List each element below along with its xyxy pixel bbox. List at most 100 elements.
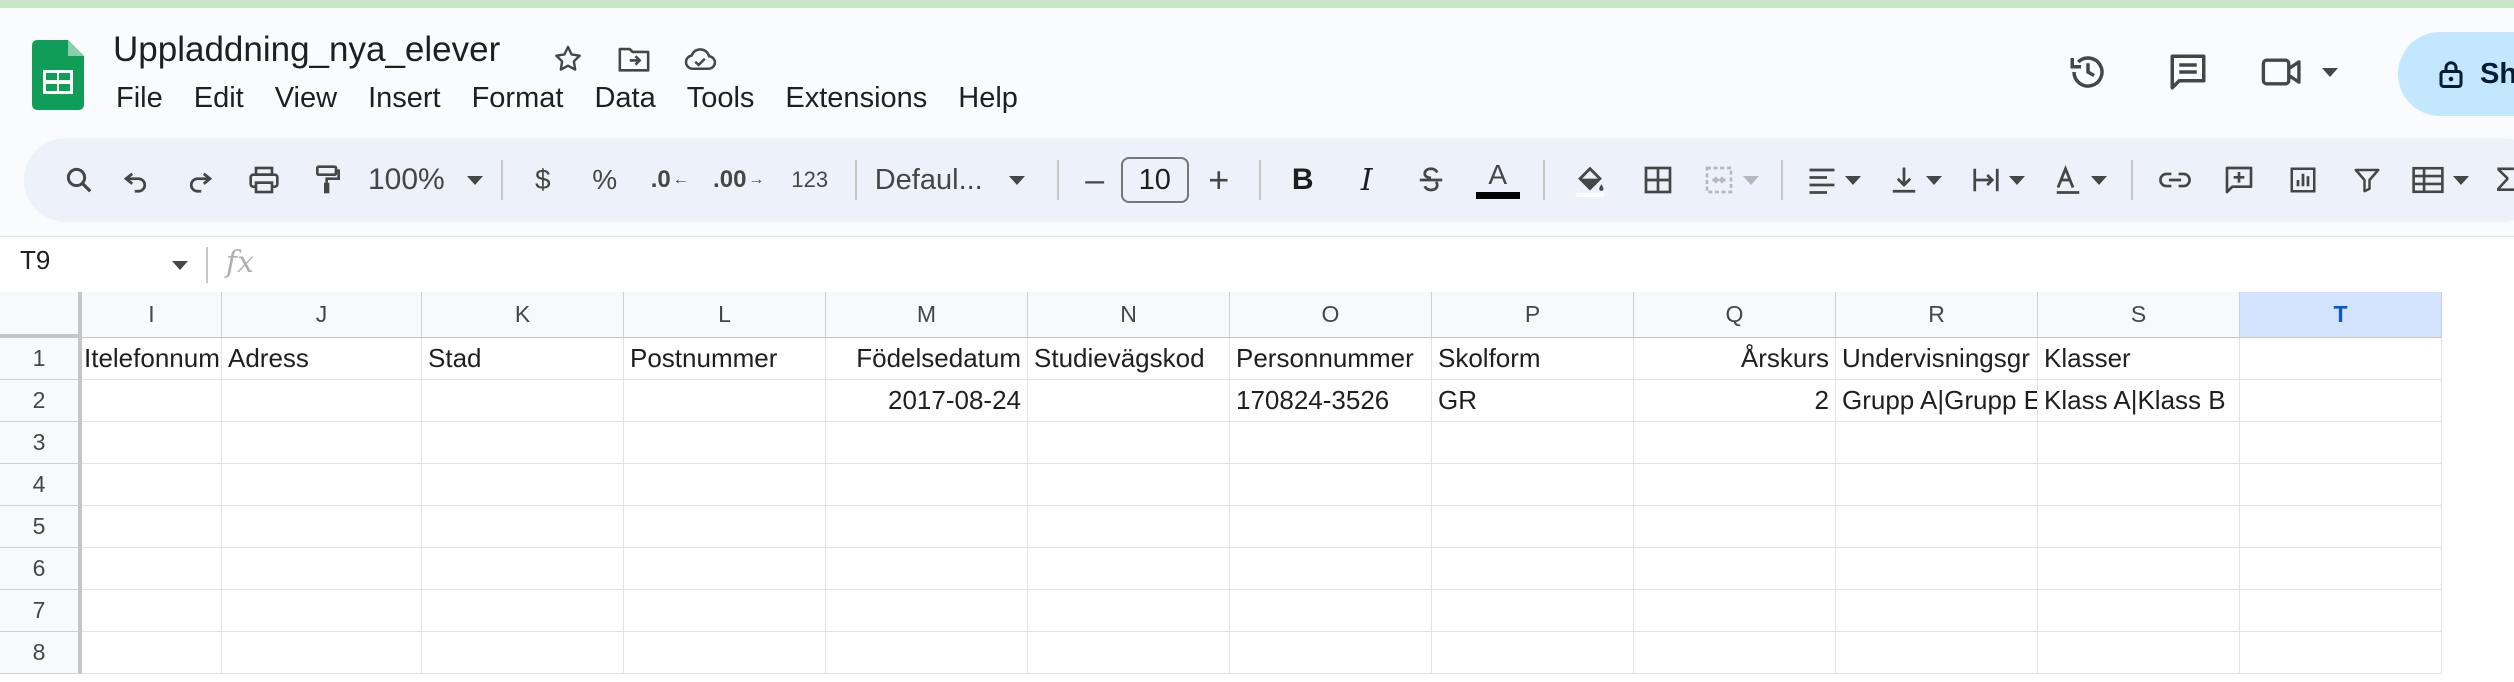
insert-comment-icon[interactable]	[2207, 150, 2271, 210]
grid-cell[interactable]	[1028, 506, 1230, 548]
italic-button[interactable]: I	[1335, 150, 1399, 210]
grid-cell[interactable]	[2038, 548, 2240, 590]
borders-icon[interactable]	[1625, 150, 1691, 210]
text-color-button[interactable]: A	[1463, 150, 1533, 210]
column-header[interactable]: P	[1432, 292, 1634, 338]
grid-cell[interactable]: Undervisningsgr	[1836, 338, 2038, 380]
grid-cell[interactable]	[1028, 590, 1230, 632]
grid-cell[interactable]: 2	[1634, 380, 1836, 422]
row-header[interactable]: 8	[0, 632, 82, 674]
menu-edit[interactable]: Edit	[194, 82, 244, 115]
grid-cell[interactable]: Stad	[422, 338, 624, 380]
vertical-align-icon[interactable]	[1875, 150, 1957, 210]
grid-cell[interactable]	[2038, 632, 2240, 674]
grid-cell[interactable]: Skolform	[1432, 338, 1634, 380]
grid-cell[interactable]	[624, 548, 826, 590]
search-icon[interactable]	[54, 150, 104, 210]
zoom-select[interactable]: 100%	[360, 150, 491, 210]
grid-cell[interactable]	[1432, 548, 1634, 590]
grid-cell[interactable]	[826, 506, 1028, 548]
percent-format-button[interactable]: %	[573, 150, 637, 210]
grid-cell[interactable]	[826, 464, 1028, 506]
grid-cell[interactable]	[222, 506, 422, 548]
column-header[interactable]: N	[1028, 292, 1230, 338]
paint-format-icon[interactable]	[296, 150, 360, 210]
grid-cell[interactable]	[1634, 632, 1836, 674]
menu-insert[interactable]: Insert	[368, 82, 441, 115]
grid-cell[interactable]	[422, 548, 624, 590]
horizontal-align-icon[interactable]	[1793, 150, 1875, 210]
grid-cell[interactable]	[2038, 506, 2240, 548]
grid-cell[interactable]	[826, 632, 1028, 674]
grid-cell[interactable]: Itelefonnum	[82, 338, 222, 380]
grid-cell[interactable]	[82, 380, 222, 422]
grid-cell[interactable]	[2240, 590, 2442, 632]
grid-cell[interactable]	[1028, 632, 1230, 674]
star-icon[interactable]	[545, 36, 591, 82]
grid-cell[interactable]	[222, 422, 422, 464]
grid-cell[interactable]	[2038, 464, 2240, 506]
fill-color-icon[interactable]	[1555, 150, 1625, 210]
more-formats-button[interactable]: 123	[775, 150, 845, 210]
grid-cell[interactable]	[2240, 422, 2442, 464]
grid-cell[interactable]	[1836, 464, 2038, 506]
grid-cell[interactable]	[624, 422, 826, 464]
grid-cell[interactable]	[222, 590, 422, 632]
grid-cell[interactable]	[222, 632, 422, 674]
font-size-input[interactable]: 10	[1120, 157, 1189, 203]
grid-cell[interactable]	[422, 422, 624, 464]
undo-icon[interactable]	[104, 150, 168, 210]
row-header[interactable]: 6	[0, 548, 82, 590]
grid-cell[interactable]	[82, 464, 222, 506]
grid-cell[interactable]	[422, 506, 624, 548]
grid-cell[interactable]	[2240, 506, 2442, 548]
filter-icon[interactable]	[2335, 150, 2399, 210]
grid-cell[interactable]	[1230, 548, 1432, 590]
text-rotation-icon[interactable]	[2039, 150, 2121, 210]
grid-cell[interactable]	[82, 590, 222, 632]
grid-cell[interactable]	[624, 632, 826, 674]
grid-cell[interactable]	[2240, 632, 2442, 674]
grid-cell[interactable]	[1836, 422, 2038, 464]
merge-cells-icon[interactable]	[1691, 150, 1771, 210]
menu-help[interactable]: Help	[958, 82, 1018, 115]
grid-cell[interactable]	[2240, 338, 2442, 380]
select-all-corner[interactable]	[0, 292, 82, 338]
grid-cell[interactable]: 170824-3526	[1230, 380, 1432, 422]
row-header[interactable]: 3	[0, 422, 82, 464]
grid-cell[interactable]	[222, 464, 422, 506]
column-header[interactable]: Q	[1634, 292, 1836, 338]
row-header[interactable]: 1	[0, 338, 82, 380]
row-header[interactable]: 7	[0, 590, 82, 632]
grid-cell[interactable]: Grupp A|Grupp E	[1836, 380, 2038, 422]
chevron-down-icon[interactable]	[172, 261, 188, 270]
move-folder-icon[interactable]	[611, 36, 657, 82]
name-box[interactable]: T9	[20, 245, 50, 276]
version-history-icon[interactable]	[2060, 44, 2116, 100]
grid-cell[interactable]: Studievägskod	[1028, 338, 1230, 380]
grid-cell[interactable]	[422, 632, 624, 674]
grid-cell[interactable]	[1432, 632, 1634, 674]
font-select[interactable]: Defaul...	[867, 150, 1037, 210]
column-header[interactable]: R	[1836, 292, 2038, 338]
grid-cell[interactable]	[1836, 590, 2038, 632]
decrease-font-size-button[interactable]: –	[1069, 150, 1121, 210]
grid-cell[interactable]	[826, 590, 1028, 632]
grid-cell[interactable]	[1230, 506, 1432, 548]
column-header[interactable]: K	[422, 292, 624, 338]
share-button[interactable]: Sh	[2398, 32, 2514, 116]
grid-cell[interactable]	[1836, 506, 2038, 548]
column-header[interactable]: J	[222, 292, 422, 338]
text-wrapping-icon[interactable]	[1957, 150, 2039, 210]
grid-cell[interactable]	[82, 422, 222, 464]
grid-cell[interactable]	[1028, 464, 1230, 506]
grid-cell[interactable]: Adress	[222, 338, 422, 380]
grid-cell[interactable]: Årskurs	[1634, 338, 1836, 380]
insert-chart-icon[interactable]	[2271, 150, 2335, 210]
menu-tools[interactable]: Tools	[687, 82, 755, 115]
grid-cell[interactable]	[1836, 632, 2038, 674]
increase-decimal-button[interactable]: .00 →	[703, 150, 775, 210]
meet-video-icon[interactable]	[2260, 44, 2350, 100]
formula-input[interactable]	[290, 245, 2490, 285]
grid-cell[interactable]	[624, 380, 826, 422]
